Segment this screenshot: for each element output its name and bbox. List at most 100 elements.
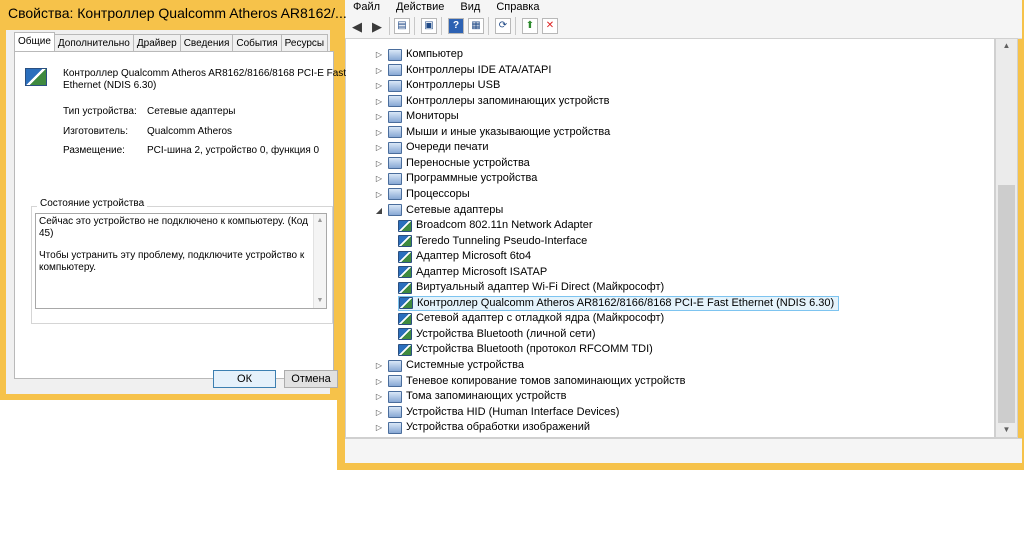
device-status-group-label: Состояние устройства [37,198,148,209]
tree-device[interactable]: Адаптер Microsoft 6to4 [398,249,531,264]
menu-action[interactable]: Действие [388,0,452,14]
expand-arrow-icon[interactable]: ▷ [374,63,384,78]
tree-category[interactable]: ▷ Мыши и иные указывающие устройства [374,125,610,140]
tree-category[interactable]: ▷ Процессоры [374,187,470,202]
tree-item-label: Очереди печати [406,141,489,154]
console-icon[interactable]: ▣ [421,18,437,34]
tree-vertical-scrollbar[interactable]: ▲ ▼ [995,38,1018,438]
tab-details[interactable]: Сведения [179,34,234,51]
tree-category[interactable]: ▷ Компьютер [374,47,463,62]
status-scrollbar[interactable]: ▲ ▼ [313,214,326,308]
tree-item-label: Программные устройства [406,172,538,185]
toolbar: ◀ ▶ ▤ ▣ ? ▦ ⟳ ⬆ ✕ [345,14,1022,39]
toolbar-separator [515,17,516,35]
expand-arrow-icon[interactable]: ▷ [374,47,384,62]
scroll-down-icon[interactable]: ▼ [996,423,1017,437]
tree-category[interactable]: ▷ Контроллеры USB [374,78,500,93]
tree-device[interactable]: Teredo Tunneling Pseudo-Interface [398,234,587,249]
collapse-arrow-icon[interactable]: ◢ [374,203,384,218]
tree-device[interactable]: Устройства Bluetooth (протокол RFCOMM TD… [398,342,653,357]
tree-device[interactable]: Виртуальный адаптер Wi-Fi Direct (Майкро… [398,280,664,295]
tree-category[interactable]: ▷ Программные устройства [374,171,537,186]
toolbar-separator [414,17,415,35]
location-value: PCI-шина 2, устройство 0, функция 0 [147,145,320,156]
tree-device[interactable]: Broadcom 802.11n Network Adapter [398,218,593,233]
device-category-icon [388,141,402,154]
tab-general[interactable]: Общие [14,32,55,51]
device-category-icon [388,188,402,201]
tree-device[interactable]: Контроллер Qualcomm Atheros AR8162/8166/… [398,295,840,311]
expand-arrow-icon[interactable]: ▷ [374,125,384,140]
tree-item-label: Процессоры [406,187,470,200]
tree-category[interactable]: ▷ Контроллеры запоминающих устройств [374,94,609,109]
expand-arrow-icon[interactable]: ▷ [374,374,384,389]
tab-driver[interactable]: Драйвер [132,34,181,51]
device-category-icon [388,406,402,419]
menu-help[interactable]: Справка [488,0,547,14]
device-status-textbox[interactable]: Сейчас это устройство не подключено к ко… [35,213,327,309]
scroll-up-icon[interactable]: ▲ [314,215,326,227]
device-type-value: Сетевые адаптеры [147,106,236,117]
expand-arrow-icon[interactable]: ▷ [374,187,384,202]
ok-button[interactable]: ОК [213,370,276,388]
tree-category[interactable]: ▷ Устройства HID (Human Interface Devices… [374,405,619,420]
tree-item-label: Переносные устройства [406,156,530,169]
expand-arrow-icon[interactable]: ▷ [374,94,384,109]
expand-arrow-icon[interactable]: ▷ [374,389,384,404]
tree-category[interactable]: ▷ Контроллеры IDE ATA/ATAPI [374,63,551,78]
expand-arrow-icon[interactable]: ▷ [374,156,384,171]
tree-category[interactable]: ▷ Переносные устройства [374,156,530,171]
tree-category[interactable]: ◢ Сетевые адаптеры [374,203,503,218]
forward-icon[interactable]: ▶ [369,18,385,34]
expand-arrow-icon[interactable]: ▷ [374,171,384,186]
expand-arrow-icon[interactable]: ▷ [374,78,384,93]
expand-arrow-icon[interactable]: ▷ [374,109,384,124]
menu-file[interactable]: Файл [345,0,388,14]
status-text-line: компьютеру. [39,262,97,273]
tree-category[interactable]: ▷ Теневое копирование томов запоминающих … [374,374,685,389]
update-driver-icon[interactable]: ⬆ [522,18,538,34]
device-category-icon [388,110,402,123]
tree-category[interactable]: ▷ Мониторы [374,109,459,124]
network-adapter-icon [398,219,412,232]
uninstall-icon[interactable]: ✕ [542,18,558,34]
network-adapter-icon [25,68,47,86]
tree-item-label: Адаптер Microsoft ISATAP [416,265,548,278]
tree-category[interactable]: ▷ Устройства обработки изображений [374,420,590,435]
scroll-up-icon[interactable]: ▲ [996,39,1017,53]
tree-category[interactable]: ▷ Системные устройства [374,358,524,373]
view-icon[interactable]: ▦ [468,18,484,34]
tab-advanced[interactable]: Дополнительно [53,34,134,51]
scan-icon[interactable]: ⟳ [495,18,511,34]
status-text-line: Сейчас это устройство не подключено к ко… [39,216,308,227]
tree-item-label: Системные устройства [406,359,525,371]
tree-device[interactable]: Устройства Bluetooth (личной сети) [398,327,596,342]
tab-resources[interactable]: Ресурсы [280,34,329,51]
properties-icon[interactable]: ▤ [394,18,410,34]
tree-item-label: Контроллеры IDE ATA/ATAPI [406,63,552,76]
tab-events[interactable]: События [232,34,282,51]
network-adapter-icon [398,250,412,263]
tree-item-label: Устройства Bluetooth (личной сети) [416,327,596,340]
expand-arrow-icon[interactable]: ▷ [374,358,384,373]
device-type-label: Тип устройства: [63,106,137,117]
tree-item-label: Теневое копирование томов запоминающих у… [406,374,686,387]
cancel-button[interactable]: Отмена [284,370,338,388]
tree-device[interactable]: Адаптер Microsoft ISATAP [398,265,547,280]
back-icon[interactable]: ◀ [349,18,365,34]
toolbar-separator [441,17,442,35]
network-adapter-icon [398,343,412,356]
expand-arrow-icon[interactable]: ▷ [374,405,384,420]
menu-view[interactable]: Вид [452,0,488,14]
tree-category[interactable]: ▷ Тома запоминающих устройств [374,389,567,404]
tree-category[interactable]: ▷ Очереди печати [374,140,489,155]
expand-arrow-icon[interactable]: ▷ [374,420,384,435]
scrollbar-thumb[interactable] [998,185,1015,423]
tree-device[interactable]: Сетевой адаптер с отладкой ядра (Майкрос… [398,311,664,326]
status-text-line: 45) [39,228,54,239]
help-icon[interactable]: ? [448,18,464,34]
scroll-down-icon[interactable]: ▼ [314,295,326,307]
device-category-icon [388,157,402,170]
tree-item-label: Контроллер Qualcomm Atheros AR8162/8166/… [417,296,835,309]
expand-arrow-icon[interactable]: ▷ [374,140,384,155]
